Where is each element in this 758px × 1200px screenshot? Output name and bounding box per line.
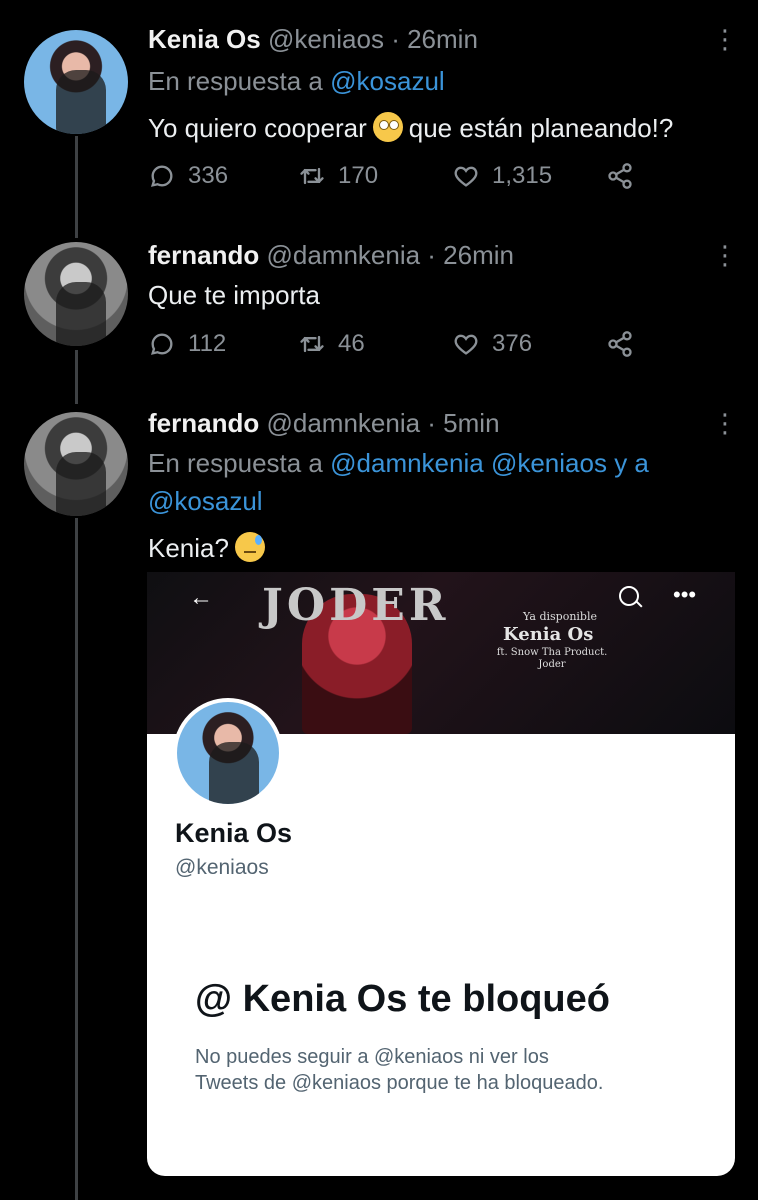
- reply-count: 336: [188, 162, 229, 189]
- reply-button[interactable]: 336: [148, 162, 228, 190]
- reply-count: 112: [188, 330, 227, 357]
- like-button[interactable]: 376: [452, 330, 532, 358]
- profile-avatar: [173, 698, 283, 808]
- attached-image[interactable]: JODER ← ••• Ya disponible Kenia Os ft. S…: [147, 572, 735, 1176]
- author-name[interactable]: fernando: [148, 408, 259, 438]
- heart-icon: [454, 166, 478, 187]
- reply-icon: [150, 333, 173, 355]
- tweet-header: fernando @damnkenia · 5min: [148, 408, 500, 439]
- heart-icon: [454, 334, 478, 355]
- reply-context: En respuesta a @kosazul: [148, 66, 445, 97]
- retweet-icon: [300, 167, 324, 185]
- tweet-text: Kenia?: [148, 532, 271, 564]
- tweet-header: fernando @damnkenia · 26min: [148, 240, 514, 271]
- like-count: 376: [492, 330, 533, 357]
- banner-credits: ft. Snow Tha Product. Joder: [496, 647, 608, 670]
- tweet-text-part: que están planeando!?: [408, 113, 674, 143]
- share-icon: [608, 331, 632, 357]
- retweet-count: 170: [338, 162, 379, 189]
- avatar[interactable]: [24, 412, 128, 516]
- reply-context-continued: @kosazul: [148, 486, 263, 517]
- blocked-title: @ Kenia Os te bloqueó: [195, 978, 610, 1020]
- avatar[interactable]: [24, 30, 128, 134]
- timestamp[interactable]: · 26min: [427, 240, 514, 270]
- tweet-text-part: Kenia?: [148, 533, 229, 563]
- mention-link[interactable]: @kosazul: [148, 486, 263, 516]
- tweet-actions: 336 170 1,315: [148, 162, 648, 198]
- face-with-rolling-eyes-icon: [372, 112, 403, 142]
- tweet-header: Kenia Os @keniaos · 26min: [148, 24, 478, 55]
- reply-icon: [150, 165, 173, 187]
- avatar[interactable]: [24, 242, 128, 346]
- timestamp[interactable]: · 26min: [391, 24, 478, 54]
- downcast-face-with-sweat-icon: [234, 532, 265, 562]
- tweet-actions: 112 46 376: [148, 330, 648, 366]
- back-arrow-icon: ←: [189, 584, 213, 611]
- reply-context: En respuesta a @damnkenia @keniaos y a: [148, 448, 649, 479]
- share-button[interactable]: [606, 330, 634, 358]
- more-horizontal-icon: •••: [673, 582, 697, 607]
- author-handle[interactable]: @damnkenia: [266, 240, 420, 270]
- retweet-count: 46: [338, 330, 365, 357]
- timestamp[interactable]: · 5min: [427, 408, 499, 438]
- tweet[interactable]: Kenia Os @keniaos · 26min ⋮ En respuesta…: [0, 0, 758, 230]
- tweet[interactable]: fernando @damnkenia · 26min ⋮ Que te imp…: [0, 230, 758, 400]
- author-name[interactable]: fernando: [148, 240, 259, 270]
- profile-handle: @keniaos: [175, 856, 269, 879]
- banner-artist: Kenia Os: [503, 624, 594, 645]
- mention-link[interactable]: @keniaos: [491, 448, 607, 478]
- reply-prefix: En respuesta a: [148, 66, 323, 96]
- reply-button[interactable]: 112: [148, 330, 226, 358]
- reply-prefix: En respuesta a: [148, 448, 323, 478]
- banner-logo: JODER: [262, 580, 450, 631]
- like-count: 1,315: [492, 162, 553, 189]
- retweet-icon: [300, 335, 324, 353]
- retweet-button[interactable]: 170: [298, 162, 378, 190]
- retweet-button[interactable]: 46: [298, 330, 365, 358]
- author-name[interactable]: Kenia Os: [148, 24, 261, 54]
- more-vertical-icon[interactable]: ⋮: [712, 242, 738, 268]
- more-vertical-icon[interactable]: ⋮: [712, 26, 738, 52]
- banner-caption: Ya disponible: [523, 610, 598, 623]
- mention-link[interactable]: @kosazul: [330, 66, 445, 96]
- tweet-text-part: Yo quiero cooperar: [148, 113, 367, 143]
- blocked-description: No puedes seguir a @keniaos ni ver los T…: [195, 1046, 604, 1094]
- reply-joiner: y a: [614, 448, 649, 478]
- author-handle[interactable]: @damnkenia: [266, 408, 420, 438]
- mention-link[interactable]: @damnkenia: [330, 448, 484, 478]
- author-handle[interactable]: @keniaos: [268, 24, 384, 54]
- share-icon: [608, 163, 632, 189]
- tweet-text: Yo quiero cooperar que están planeando!?: [148, 112, 673, 144]
- search-icon: [619, 586, 639, 606]
- profile-name: Kenia Os: [175, 818, 293, 848]
- tweet-text: Que te importa: [148, 280, 320, 310]
- share-button[interactable]: [606, 162, 634, 190]
- more-vertical-icon[interactable]: ⋮: [712, 410, 738, 436]
- like-button[interactable]: 1,315: [452, 162, 552, 190]
